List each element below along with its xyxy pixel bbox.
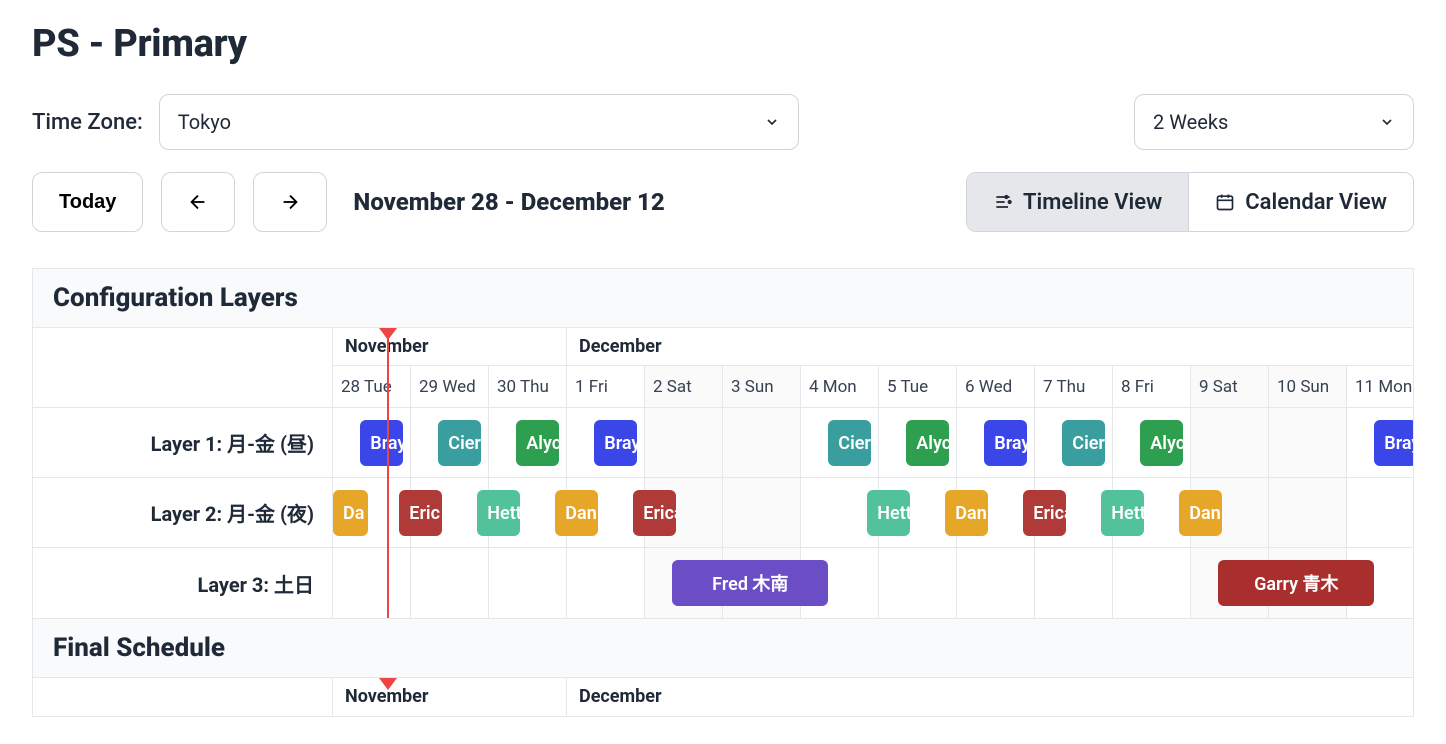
timeline-row-labels: Layer 1: 月-金 (昼)Layer 2: 月-金 (夜)Layer 3:… [33, 328, 333, 618]
schedule-chip[interactable]: Bray [360, 420, 403, 466]
now-marker-line [387, 338, 389, 618]
page-title: PS - Primary [32, 22, 1414, 66]
controls-row: Time Zone: Tokyo 2 Weeks [32, 94, 1414, 150]
day-header[interactable]: 29 Wed [411, 366, 489, 407]
schedule-chip[interactable]: Cier [438, 420, 481, 466]
schedule-chip[interactable]: Hett [867, 490, 910, 536]
day-header[interactable]: 28 Tue [333, 366, 411, 407]
day-header[interactable]: 1 Fri [567, 366, 645, 407]
timeline-row: Fred 木南 Garry 青木 [333, 548, 1413, 618]
day-header[interactable]: 3 Sun [723, 366, 801, 407]
day-header[interactable]: 8 Fri [1113, 366, 1191, 407]
month-label: December [567, 328, 1413, 365]
schedule-chip[interactable]: Hett [1101, 490, 1144, 536]
calendar-icon [1215, 192, 1235, 212]
view-calendar-tab[interactable]: Calendar View [1188, 173, 1413, 231]
final-schedule-header: Final Schedule [33, 618, 1413, 678]
schedule-chip[interactable]: Dan [945, 490, 988, 536]
day-header[interactable]: 11 Mon [1347, 366, 1413, 407]
timezone-label: Time Zone: [32, 110, 143, 135]
month-label: December [567, 678, 1413, 716]
schedule-chip[interactable]: Dan [555, 490, 598, 536]
schedule-chip[interactable]: Hett [477, 490, 520, 536]
range-select[interactable]: 2 Weeks [1134, 94, 1414, 150]
schedule-chip[interactable]: Bray [594, 420, 637, 466]
next-button[interactable] [253, 172, 327, 232]
view-calendar-label: Calendar View [1245, 190, 1387, 215]
arrow-left-icon [187, 191, 209, 213]
month-label: November [333, 328, 567, 365]
now-marker-icon [379, 328, 397, 340]
schedule-chip[interactable]: Bray [984, 420, 1027, 466]
chevron-down-icon [1379, 114, 1395, 130]
chevron-down-icon [764, 114, 780, 130]
day-header[interactable]: 9 Sat [1191, 366, 1269, 407]
timeline-grid[interactable]: NovemberDecember 28 Tue29 Wed30 Thu1 Fri… [333, 328, 1413, 618]
today-button[interactable]: Today [32, 172, 143, 232]
view-toggle: Timeline View Calendar View [966, 172, 1414, 232]
view-timeline-label: Timeline View [1023, 190, 1162, 215]
day-header[interactable]: 5 Tue [879, 366, 957, 407]
schedule-chip[interactable]: Alyc [516, 420, 559, 466]
timeline-row: DaEricHettDanEricaHettDanEricaHettDanE [333, 478, 1413, 548]
schedule-chip[interactable]: Cier [828, 420, 871, 466]
view-timeline-tab[interactable]: Timeline View [967, 173, 1188, 231]
layer-label: Layer 1: 月-金 (昼) [33, 408, 332, 478]
schedule-chip[interactable]: Alyc [1140, 420, 1183, 466]
arrow-right-icon [279, 191, 301, 213]
schedule-chip[interactable]: Alyc [906, 420, 949, 466]
schedule-chip[interactable]: Dan [1179, 490, 1222, 536]
day-header[interactable]: 6 Wed [957, 366, 1035, 407]
toolbar-row: Today November 28 - December 12 Timeline… [32, 172, 1414, 232]
schedule-chip[interactable]: Da [333, 490, 368, 536]
schedule-chip[interactable]: Cier [1062, 420, 1105, 466]
prev-button[interactable] [161, 172, 235, 232]
timezone-value: Tokyo [178, 110, 231, 134]
date-range: November 28 - December 12 [353, 188, 664, 216]
schedule-chip[interactable]: Erica [633, 490, 676, 536]
schedule-chip[interactable]: Eric [399, 490, 442, 536]
layer-label: Layer 2: 月-金 (夜) [33, 478, 332, 548]
schedule-chip[interactable]: Fred 木南 [672, 560, 828, 606]
day-header[interactable]: 10 Sun [1269, 366, 1347, 407]
now-marker-icon [379, 678, 397, 690]
timeline-row: Bray Cier Alyc Bray Cier Alyc Bray Cier Alyc Bray [333, 408, 1413, 478]
layer-label: Layer 3: 土日 [33, 548, 332, 618]
timezone-select[interactable]: Tokyo [159, 94, 799, 150]
day-header[interactable]: 4 Mon [801, 366, 879, 407]
schedule-chip[interactable]: Erica [1023, 490, 1066, 536]
config-layers-panel: Configuration Layers Layer 1: 月-金 (昼)Lay… [32, 268, 1414, 717]
month-label: November [333, 678, 567, 716]
day-header[interactable]: 30 Thu [489, 366, 567, 407]
timeline-icon [993, 192, 1013, 212]
range-value: 2 Weeks [1153, 110, 1228, 134]
day-header[interactable]: 2 Sat [645, 366, 723, 407]
config-layers-header: Configuration Layers [33, 269, 1413, 328]
schedule-chip[interactable]: Garry 青木 [1218, 560, 1374, 606]
day-header[interactable]: 7 Thu [1035, 366, 1113, 407]
schedule-chip[interactable]: Bray [1374, 420, 1413, 466]
